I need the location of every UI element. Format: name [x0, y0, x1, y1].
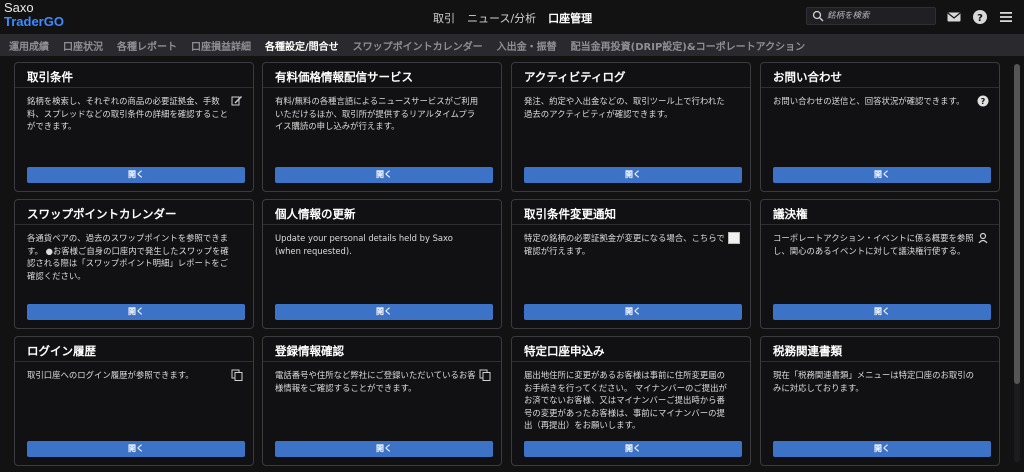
- tab-bar: 運用成績 口座状況 各種レポート 口座損益詳細 各種設定/問合せ スワップポイン…: [0, 34, 1024, 56]
- tab-pnl-details[interactable]: 口座損益詳細: [191, 38, 251, 53]
- brand-logo[interactable]: Saxo TraderGO: [4, 1, 64, 29]
- card-divider: [512, 87, 750, 88]
- card-voting-rights: 議決権 コーポレートアクション・イベントに係る概要を参照し、関心のあるイベントに…: [760, 199, 1000, 329]
- card-title: スワップポイントカレンダー: [27, 207, 177, 221]
- open-button[interactable]: 開く: [275, 441, 493, 457]
- card-paid-price-service: 有料価格情報配信サービス 有料/無料の各種言語によるニュースサービスがご利用いた…: [262, 62, 502, 192]
- brand-name-line1: Saxo: [4, 0, 34, 15]
- vote-icon[interactable]: [977, 232, 989, 244]
- copy-icon[interactable]: [479, 369, 491, 381]
- card-title: アクティビティログ: [524, 70, 626, 84]
- card-title: 取引条件: [27, 70, 73, 84]
- open-button[interactable]: 開く: [27, 441, 245, 457]
- open-button[interactable]: 開く: [773, 304, 991, 320]
- card-description: 各通貨ペアの、過去のスワップポイントを参照できます。 ●お客様ご自身の口座内で発…: [27, 233, 229, 281]
- card-divider: [512, 224, 750, 225]
- tab-settings-inquiries[interactable]: 各種設定/問合せ: [265, 38, 339, 53]
- card-contact: お問い合わせ お問い合わせの送信と、回答状況が確認できます。 ? 開く: [760, 62, 1000, 192]
- tab-account-status[interactable]: 口座状況: [63, 38, 103, 53]
- open-button[interactable]: 開く: [275, 304, 493, 320]
- tab-swap-calendar[interactable]: スワップポイントカレンダー: [353, 38, 483, 53]
- card-title: 税務関連書類: [773, 344, 842, 358]
- card-divider: [263, 87, 501, 88]
- top-nav: 取引 ニュース/分析 口座管理: [433, 10, 592, 26]
- card-description: 電話番号や住所など弊社にご登録いただいているお客様情報をご確認することができます…: [275, 370, 476, 393]
- top-nav-trade[interactable]: 取引: [433, 10, 455, 26]
- card-divider: [15, 224, 253, 225]
- card-personal-info-update: 個人情報の更新 Update your personal details hel…: [262, 199, 502, 329]
- scrollbar-thumb[interactable]: [1014, 64, 1020, 384]
- card-divider: [761, 224, 999, 225]
- top-nav-account[interactable]: 口座管理: [548, 10, 592, 26]
- card-description: 銘柄を検索し、それぞれの商品の必要証拠金、手数料、スプレッドなどの取引条件の詳細…: [27, 96, 228, 131]
- top-nav-news[interactable]: ニュース/分析: [467, 10, 536, 26]
- card-title: ログイン履歴: [27, 344, 96, 358]
- card-divider: [15, 361, 253, 362]
- card-divider: [761, 361, 999, 362]
- card-description: 特定の銘柄の必要証拠金が変更になる場合、こちらで確認が行えます。: [524, 233, 725, 256]
- tabs: 運用成績 口座状況 各種レポート 口座損益詳細 各種設定/問合せ スワップポイン…: [9, 38, 805, 53]
- top-bar: Saxo TraderGO 取引 ニュース/分析 口座管理 ?: [0, 0, 1024, 34]
- tab-drip-corporate-actions[interactable]: 配当金再投資(DRIP設定)&コーポレートアクション: [571, 38, 805, 53]
- card-description: 発注、約定や入出金などの、取引ツール上で行われた過去のアクティビティが確認できま…: [524, 96, 725, 119]
- copy-icon[interactable]: [231, 369, 243, 381]
- card-title: お問い合わせ: [773, 70, 842, 84]
- card-title: 登録情報確認: [275, 344, 344, 358]
- card-registration-info: 登録情報確認 電話番号や住所など弊社にご登録いただいているお客様情報をご確認する…: [262, 336, 502, 466]
- card-description: コーポレートアクション・イベントに係る概要を参照し、関心のあるイベントに対して議…: [773, 233, 974, 256]
- open-button[interactable]: 開く: [27, 167, 245, 183]
- card-specific-account-application: 特定口座申込み 届出地住所に変更があるお客様は事前に住所変更届のお手続きを行って…: [511, 336, 751, 466]
- card-description: Update your personal details held by Sax…: [275, 233, 453, 256]
- open-button[interactable]: 開く: [773, 167, 991, 183]
- open-button[interactable]: 開く: [275, 167, 493, 183]
- search-box[interactable]: [806, 7, 936, 25]
- open-button[interactable]: 開く: [524, 167, 742, 183]
- svg-text:?: ?: [977, 13, 983, 24]
- search-icon: [812, 10, 824, 22]
- card-tax-documents: 税務関連書類 現在「税務関連書類」メニューは特定口座のお取引のみに対応しておりま…: [760, 336, 1000, 466]
- card-description: 届出地住所に変更があるお客様は事前に住所変更届のお手続きを行ってください。 マイ…: [524, 370, 727, 430]
- help-icon[interactable]: ?: [972, 9, 988, 25]
- tab-deposit-transfer[interactable]: 入出金・振替: [497, 38, 557, 53]
- card-divider: [15, 87, 253, 88]
- edit-icon[interactable]: [231, 95, 243, 107]
- card-login-history: ログイン履歴 取引口座へのログイン履歴が参照できます。 開く: [14, 336, 254, 466]
- card-description: お問い合わせの送信と、回答状況が確認できます。: [773, 96, 965, 106]
- card-divider: [512, 361, 750, 362]
- card-divider: [761, 87, 999, 88]
- open-button[interactable]: 開く: [524, 304, 742, 320]
- card-trading-conditions: 取引条件 銘柄を検索し、それぞれの商品の必要証拠金、手数料、スプレッドなどの取引…: [14, 62, 254, 192]
- card-title: 議決権: [773, 207, 808, 221]
- tab-performance[interactable]: 運用成績: [9, 38, 49, 53]
- brand-name-line2: TraderGO: [4, 14, 64, 29]
- card-title: 取引条件変更通知: [524, 207, 616, 221]
- card-swap-calendar: スワップポイントカレンダー 各通貨ペアの、過去のスワップポイントを参照できます。…: [14, 199, 254, 329]
- svg-text:?: ?: [981, 97, 986, 106]
- card-title: 特定口座申込み: [524, 344, 605, 358]
- open-button[interactable]: 開く: [27, 304, 245, 320]
- question-icon[interactable]: ?: [977, 95, 989, 107]
- card-condition-change-notice: 取引条件変更通知 特定の銘柄の必要証拠金が変更になる場合、こちらで確認が行えます…: [511, 199, 751, 329]
- page-scrollbar[interactable]: [1014, 64, 1020, 462]
- tab-reports[interactable]: 各種レポート: [117, 38, 177, 53]
- search-input[interactable]: [827, 9, 931, 23]
- open-button[interactable]: 開く: [773, 441, 991, 457]
- card-description: 現在「税務関連書類」メニューは特定口座のお取引のみに対応しております。: [773, 370, 974, 393]
- mail-icon[interactable]: [946, 9, 962, 25]
- card-description: 取引口座へのログイン履歴が参照できます。: [27, 370, 194, 380]
- open-button[interactable]: 開く: [524, 441, 742, 457]
- card-activity-log: アクティビティログ 発注、約定や入出金などの、取引ツール上で行われた過去のアクテ…: [511, 62, 751, 192]
- card-description: 有料/無料の各種言語によるニュースサービスがご利用いただけるほか、取引所が提供す…: [275, 96, 479, 131]
- card-title: 個人情報の更新: [275, 207, 356, 221]
- menu-icon[interactable]: [998, 9, 1014, 25]
- card-divider: [263, 224, 501, 225]
- card-divider: [263, 361, 501, 362]
- checkbox-icon[interactable]: [728, 232, 740, 244]
- card-title: 有料価格情報配信サービス: [275, 70, 413, 84]
